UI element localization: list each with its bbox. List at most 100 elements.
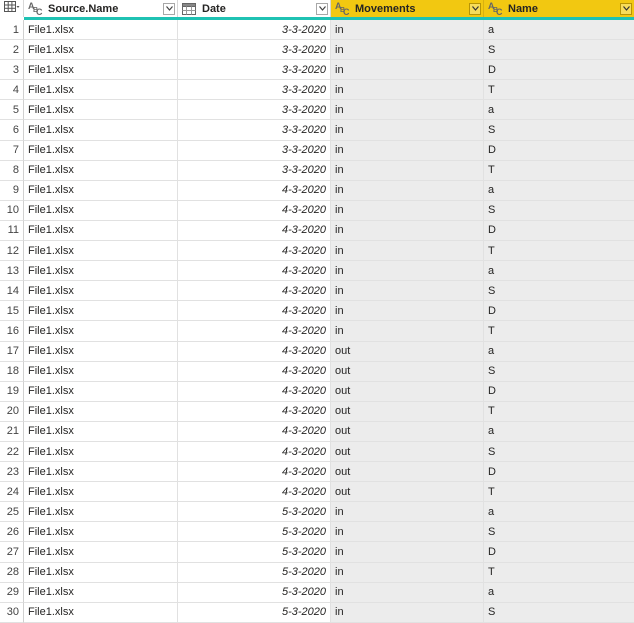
cell-source-name[interactable]: File1.xlsx (24, 522, 178, 543)
cell-date[interactable]: 3-3-2020 (178, 80, 331, 101)
cell-name[interactable]: D (484, 542, 634, 563)
cell-date[interactable]: 4-3-2020 (178, 241, 331, 262)
cell-movements[interactable]: in (331, 281, 484, 302)
cell-date[interactable]: 4-3-2020 (178, 482, 331, 503)
cell-name[interactable]: a (484, 100, 634, 121)
cell-date[interactable]: 4-3-2020 (178, 200, 331, 221)
cell-name[interactable]: a (484, 502, 634, 523)
table-row[interactable]: 27 File1.xlsx 5-3-2020 in D (0, 542, 634, 563)
cell-source-name[interactable]: File1.xlsx (24, 80, 178, 101)
cell-date[interactable]: 4-3-2020 (178, 301, 331, 322)
cell-date[interactable]: 3-3-2020 (178, 60, 331, 81)
table-row[interactable]: 2 File1.xlsx 3-3-2020 in S (0, 40, 634, 61)
cell-source-name[interactable]: File1.xlsx (24, 180, 178, 201)
cell-movements[interactable]: in (331, 80, 484, 101)
cell-source-name[interactable]: File1.xlsx (24, 482, 178, 503)
cell-source-name[interactable]: File1.xlsx (24, 381, 178, 402)
cell-date[interactable]: 4-3-2020 (178, 381, 331, 402)
cell-movements[interactable]: in (331, 321, 484, 342)
cell-source-name[interactable]: File1.xlsx (24, 301, 178, 322)
cell-movements[interactable]: in (331, 261, 484, 282)
cell-movements[interactable]: in (331, 160, 484, 181)
cell-name[interactable]: a (484, 582, 634, 603)
cell-date[interactable]: 3-3-2020 (178, 120, 331, 141)
table-row[interactable]: 29 File1.xlsx 5-3-2020 in a (0, 582, 634, 603)
cell-date[interactable]: 5-3-2020 (178, 542, 331, 563)
cell-movements[interactable]: out (331, 401, 484, 422)
cell-name[interactable]: S (484, 40, 634, 61)
cell-source-name[interactable]: File1.xlsx (24, 341, 178, 362)
table-row[interactable]: 17 File1.xlsx 4-3-2020 out a (0, 341, 634, 362)
table-row[interactable]: 18 File1.xlsx 4-3-2020 out S (0, 361, 634, 382)
cell-name[interactable]: D (484, 140, 634, 161)
cell-source-name[interactable]: File1.xlsx (24, 100, 178, 121)
cell-date[interactable]: 3-3-2020 (178, 40, 331, 61)
cell-name[interactable]: D (484, 60, 634, 81)
cell-date[interactable]: 5-3-2020 (178, 562, 331, 583)
column-header-name[interactable]: ABC Name (484, 0, 634, 17)
cell-movements[interactable]: in (331, 220, 484, 242)
column-header-date[interactable]: Date (178, 0, 331, 17)
cell-source-name[interactable]: File1.xlsx (24, 200, 178, 221)
cell-source-name[interactable]: File1.xlsx (24, 261, 178, 282)
cell-date[interactable]: 4-3-2020 (178, 421, 331, 442)
table-row[interactable]: 10 File1.xlsx 4-3-2020 in S (0, 200, 634, 221)
cell-source-name[interactable]: File1.xlsx (24, 602, 178, 623)
cell-source-name[interactable]: File1.xlsx (24, 120, 178, 141)
cell-movements[interactable]: out (331, 341, 484, 362)
cell-date[interactable]: 4-3-2020 (178, 220, 331, 242)
cell-source-name[interactable]: File1.xlsx (24, 160, 178, 181)
cell-movements[interactable]: in (331, 120, 484, 141)
table-row[interactable]: 21 File1.xlsx 4-3-2020 out a (0, 421, 634, 442)
cell-movements[interactable]: in (331, 180, 484, 201)
cell-name[interactable]: D (484, 381, 634, 402)
cell-movements[interactable]: in (331, 582, 484, 603)
table-row[interactable]: 23 File1.xlsx 4-3-2020 out D (0, 462, 634, 483)
column-filter-dropdown-button[interactable] (316, 2, 328, 15)
cell-name[interactable]: a (484, 20, 634, 41)
table-row[interactable]: 5 File1.xlsx 3-3-2020 in a (0, 100, 634, 121)
cell-name[interactable]: D (484, 301, 634, 322)
cell-movements[interactable]: in (331, 602, 484, 623)
cell-source-name[interactable]: File1.xlsx (24, 20, 178, 41)
cell-source-name[interactable]: File1.xlsx (24, 502, 178, 523)
cell-movements[interactable]: in (331, 522, 484, 543)
cell-movements[interactable]: out (331, 441, 484, 463)
cell-name[interactable]: T (484, 241, 634, 262)
cell-name[interactable]: S (484, 361, 634, 382)
column-header-movements[interactable]: ABC Movements (331, 0, 484, 17)
table-row[interactable]: 19 File1.xlsx 4-3-2020 out D (0, 381, 634, 402)
cell-movements[interactable]: in (331, 60, 484, 81)
cell-movements[interactable]: in (331, 542, 484, 563)
cell-source-name[interactable]: File1.xlsx (24, 321, 178, 342)
cell-source-name[interactable]: File1.xlsx (24, 582, 178, 603)
column-filter-dropdown-button[interactable] (163, 2, 175, 15)
cell-movements[interactable]: out (331, 482, 484, 503)
cell-name[interactable]: a (484, 341, 634, 362)
cell-movements[interactable]: in (331, 140, 484, 161)
cell-date[interactable]: 3-3-2020 (178, 160, 331, 181)
cell-date[interactable]: 4-3-2020 (178, 462, 331, 483)
cell-movements[interactable]: in (331, 502, 484, 523)
cell-source-name[interactable]: File1.xlsx (24, 401, 178, 422)
cell-source-name[interactable]: File1.xlsx (24, 220, 178, 242)
cell-name[interactable]: S (484, 522, 634, 543)
cell-name[interactable]: S (484, 200, 634, 221)
cell-movements[interactable]: out (331, 462, 484, 483)
cell-movements[interactable]: in (331, 40, 484, 61)
cell-name[interactable]: S (484, 602, 634, 623)
cell-name[interactable]: T (484, 482, 634, 503)
cell-date[interactable]: 4-3-2020 (178, 321, 331, 342)
cell-movements[interactable]: in (331, 241, 484, 262)
cell-movements[interactable]: in (331, 562, 484, 583)
table-row[interactable]: 26 File1.xlsx 5-3-2020 in S (0, 522, 634, 543)
cell-name[interactable]: T (484, 160, 634, 181)
cell-date[interactable]: 3-3-2020 (178, 100, 331, 121)
cell-name[interactable]: T (484, 321, 634, 342)
table-row[interactable]: 12 File1.xlsx 4-3-2020 in T (0, 241, 634, 262)
cell-name[interactable]: S (484, 120, 634, 141)
cell-source-name[interactable]: File1.xlsx (24, 40, 178, 61)
table-row[interactable]: 25 File1.xlsx 5-3-2020 in a (0, 502, 634, 523)
column-filter-dropdown-button[interactable] (620, 2, 632, 15)
column-filter-dropdown-button[interactable] (469, 2, 481, 15)
